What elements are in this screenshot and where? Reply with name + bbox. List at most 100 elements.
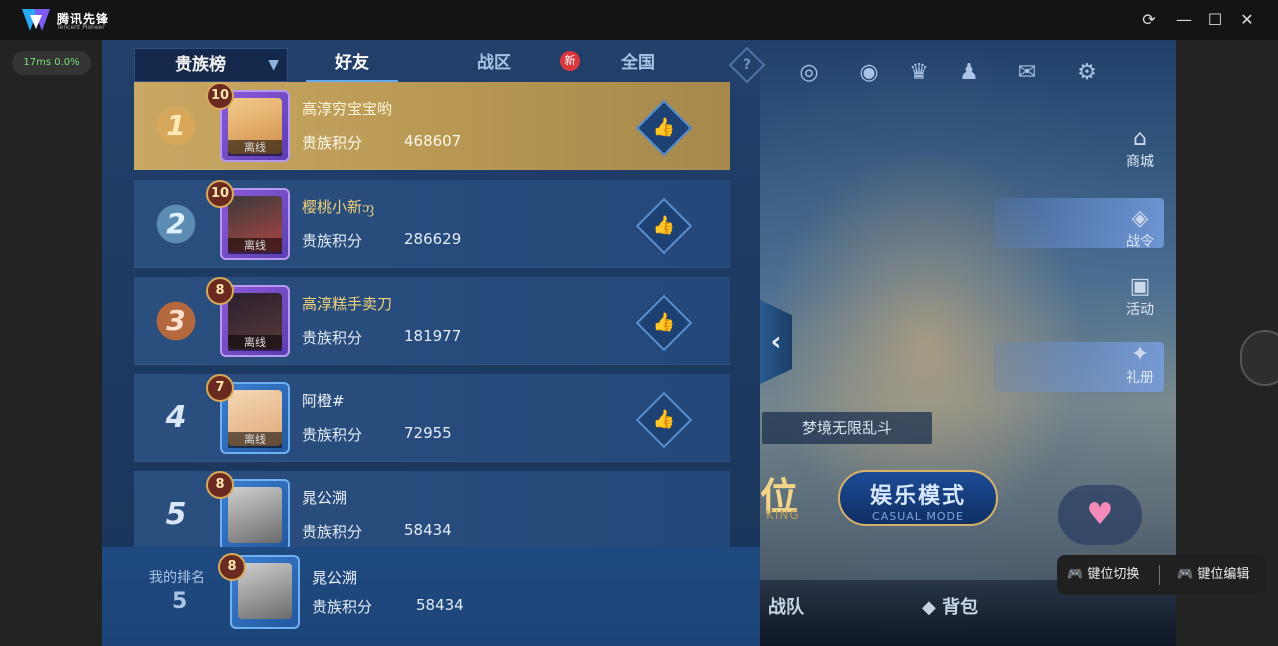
leaderboard-row[interactable]: 2 离线 10 樱桃小新ᦀ 贵族积分 286629 👍 xyxy=(134,180,730,268)
like-button[interactable]: 👍 xyxy=(635,391,693,449)
chevron-down-icon: ▼ xyxy=(268,57,279,73)
score-value: 286629 xyxy=(404,230,462,248)
rank-medal: 1 xyxy=(146,96,206,156)
keymap-switch-button[interactable]: 🎮 键位切换 xyxy=(1067,555,1139,595)
rank-number: 4 xyxy=(165,400,187,435)
ranked-mode-sub: KING xyxy=(766,508,800,522)
leaderboard-row[interactable]: 5 8 晁公溯 贵族积分 58434 xyxy=(134,471,730,559)
app-subtitle: Tencent Pioneer xyxy=(57,24,105,31)
pass-icon: ◈ xyxy=(1131,206,1149,231)
rank-medal: 2 xyxy=(146,194,206,254)
score-value: 72955 xyxy=(404,424,452,442)
eye-icon[interactable]: ◉ xyxy=(854,58,884,88)
noble-level-badge: 8 xyxy=(218,553,246,581)
noble-level-badge: 10 xyxy=(206,180,234,208)
avatar-image xyxy=(228,487,282,543)
maximize-icon[interactable]: ☐ xyxy=(1205,10,1225,30)
ranked-mode-button[interactable]: 位 xyxy=(760,460,840,535)
score-label: 贵族积分 xyxy=(302,426,363,444)
player-name: 高淳穷宝宝哟 xyxy=(302,100,393,118)
thumbs-up-icon: 👍 xyxy=(652,312,676,333)
bottom-team-button[interactable]: 战队 xyxy=(768,593,804,619)
game-viewport: ◎ ◉ ♛ ♟ ✉ ⚙ ⌂ 商城 ◈ 战令 ▣ 活动 ✦ 礼册 ‹ 梦境无限乱斗… xyxy=(102,40,1176,646)
leaderboard-row[interactable]: 3 离线 8 高淳糕手卖刀 贵族积分 181977 👍 xyxy=(134,277,730,365)
player-name: 晁公溯 xyxy=(302,489,348,507)
side-menu-pass-label: 战令 xyxy=(1126,234,1154,250)
side-menu-shop-label: 商城 xyxy=(1126,154,1154,170)
avatar-image xyxy=(238,563,292,619)
my-rank-bar: 我的排名 5 8 晁公溯 贵族积分 58434 xyxy=(102,547,760,646)
player-name: 阿橙# xyxy=(302,392,345,410)
tab-region[interactable]: 战区 xyxy=(448,48,540,82)
leaderboard-panel: 贵族榜 ▼ 好友 战区 新 全国 ? 1 离线 10 高淳穷宝宝哟 贵族积分 4… xyxy=(102,40,766,646)
bottom-bag-button[interactable]: ◆ 背包 xyxy=(922,593,978,619)
side-menu-event[interactable]: ▣ 活动 xyxy=(1118,274,1162,319)
side-menu-gift-book[interactable]: ✦ 礼册 xyxy=(1118,342,1162,387)
score-value: 468607 xyxy=(404,132,462,150)
leaderboard-tabs: 贵族榜 ▼ 好友 战区 新 全国 ? xyxy=(134,46,766,84)
refresh-icon[interactable]: ⟳ xyxy=(1139,10,1159,30)
gift-book-icon: ✦ xyxy=(1130,342,1150,367)
score-label: 贵族积分 xyxy=(302,523,363,541)
keymap-panel: 🎮 键位切换 🎮 键位编辑 xyxy=(1057,555,1266,595)
friends-icon[interactable]: ♟ xyxy=(954,58,984,88)
side-menu-event-label: 活动 xyxy=(1126,302,1154,318)
target-icon[interactable]: ◎ xyxy=(794,58,824,88)
bag-label: 背包 xyxy=(942,597,979,618)
tab-national[interactable]: 全国 xyxy=(592,48,684,82)
score-label: 贵族积分 xyxy=(302,329,363,347)
app-logo-icon xyxy=(22,9,50,31)
noble-level-badge: 8 xyxy=(206,471,234,499)
new-badge: 新 xyxy=(560,51,580,71)
my-score-value: 58434 xyxy=(416,596,464,614)
leaderboard-row[interactable]: 4 离线 7 阿橙# 贵族积分 72955 👍 xyxy=(134,374,730,462)
side-menu-pass[interactable]: ◈ 战令 xyxy=(1118,206,1162,251)
offline-badge: 离线 xyxy=(228,335,282,351)
offline-badge: 离线 xyxy=(228,238,282,254)
help-icon[interactable]: ? xyxy=(728,46,766,84)
thumbs-up-icon: 👍 xyxy=(652,215,676,236)
player-name: 高淳糕手卖刀 xyxy=(302,295,393,313)
thumbs-up-icon: 👍 xyxy=(652,117,676,138)
noble-level-badge: 10 xyxy=(206,82,234,110)
divider xyxy=(1159,565,1160,585)
like-button[interactable]: 👍 xyxy=(635,197,693,255)
tab-friends[interactable]: 好友 xyxy=(306,48,398,82)
trophy-icon[interactable]: ♛ xyxy=(904,58,934,88)
player-name: 樱桃小新ᦀ xyxy=(302,198,374,216)
left-side-strip xyxy=(0,40,102,646)
like-button[interactable]: 👍 xyxy=(635,99,693,157)
minimize-icon[interactable]: — xyxy=(1174,10,1194,30)
team-label: 战队 xyxy=(768,597,804,618)
close-icon[interactable]: ✕ xyxy=(1237,10,1257,30)
noble-level-badge: 7 xyxy=(206,374,234,402)
packet-loss-text: 0.0% xyxy=(54,57,80,68)
leaderboard-type-dropdown[interactable]: 贵族榜 ▼ xyxy=(134,48,288,82)
event-icon: ▣ xyxy=(1129,274,1151,299)
keymap-switch-label: 键位切换 xyxy=(1087,567,1140,582)
mode-tag[interactable]: 梦境无限乱斗 xyxy=(762,412,932,444)
settings-gear-icon[interactable]: ⚙ xyxy=(1072,58,1102,88)
my-rank-label: 我的排名 xyxy=(149,570,205,586)
keymap-edit-label: 键位编辑 xyxy=(1197,567,1250,582)
help-glyph: ? xyxy=(742,57,752,73)
noble-level-badge: 8 xyxy=(206,277,234,305)
casual-mode-button[interactable]: 娱乐模式 CASUAL MODE xyxy=(838,470,998,526)
floating-edge-button[interactable] xyxy=(1240,330,1278,386)
offline-badge: 离线 xyxy=(228,140,282,156)
mail-icon[interactable]: ✉ xyxy=(1012,58,1042,88)
performance-indicator: 17ms 0.0% xyxy=(12,51,91,75)
keymap-edit-button[interactable]: 🎮 键位编辑 xyxy=(1177,555,1249,595)
thumbs-up-icon: 👍 xyxy=(652,409,676,430)
score-value: 58434 xyxy=(404,521,452,539)
bag-icon: ◆ xyxy=(922,597,936,618)
rank-medal: 3 xyxy=(146,291,206,351)
casual-mode-label: 娱乐模式 xyxy=(869,484,966,509)
like-button[interactable]: 👍 xyxy=(635,294,693,352)
leaderboard-row[interactable]: 1 离线 10 高淳穷宝宝哟 贵族积分 468607 👍 xyxy=(134,82,730,170)
shop-icon: ⌂ xyxy=(1133,126,1147,151)
score-value: 181977 xyxy=(404,327,462,345)
my-rank-number: 5 xyxy=(172,589,188,614)
heart-icon[interactable]: ♥ xyxy=(1058,485,1142,545)
side-menu-shop[interactable]: ⌂ 商城 xyxy=(1118,126,1162,171)
